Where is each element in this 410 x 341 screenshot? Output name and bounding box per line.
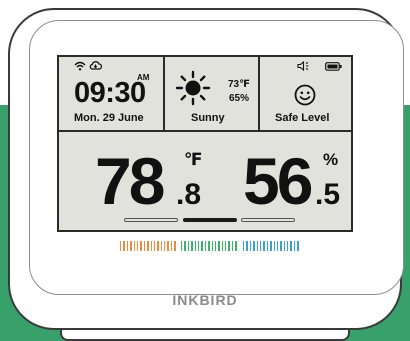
level-tick xyxy=(143,241,146,251)
level-tick xyxy=(287,241,289,251)
level-tick xyxy=(130,241,132,251)
level-tick xyxy=(201,241,203,251)
level-tick xyxy=(150,241,152,251)
clock-time: 09:30 xyxy=(74,77,146,109)
level-tick xyxy=(293,241,296,251)
level-tick xyxy=(136,241,139,251)
level-tick xyxy=(280,241,282,251)
level-tick xyxy=(197,241,200,251)
level-tick xyxy=(174,241,176,251)
level-tick xyxy=(164,241,166,251)
battery-icon xyxy=(325,62,342,71)
level-tick xyxy=(167,241,169,251)
level-tick xyxy=(211,241,213,251)
level-tick xyxy=(191,241,193,251)
device-stand xyxy=(60,330,350,341)
level-bar-blue xyxy=(243,241,299,251)
level-tick xyxy=(273,241,275,251)
level-tick xyxy=(256,241,258,251)
page-indicator xyxy=(241,218,295,222)
level-bar-orange xyxy=(120,241,176,251)
level-tick xyxy=(187,241,190,251)
level-tick xyxy=(120,241,122,251)
level-tick xyxy=(133,241,135,251)
humidity-value: 56 xyxy=(243,144,313,218)
outdoor-humidity: 65% xyxy=(229,93,250,104)
wifi-icon xyxy=(74,61,86,71)
level-tick xyxy=(181,241,183,251)
outdoor-temperature: 73℉ xyxy=(228,79,250,90)
level-tick xyxy=(246,241,248,251)
clock-date: Mon. 29 June xyxy=(74,112,144,124)
level-tick xyxy=(263,241,265,251)
cloud-icon xyxy=(89,61,102,70)
screen-divider xyxy=(58,130,352,132)
level-tick xyxy=(228,241,230,251)
humidity-unit: % xyxy=(323,150,339,169)
screen-divider xyxy=(258,57,260,130)
level-tick xyxy=(235,241,237,251)
level-bar-green xyxy=(181,241,237,251)
level-tick xyxy=(184,241,186,251)
level-tick xyxy=(266,241,269,251)
page-indicator xyxy=(124,218,178,222)
level-tick xyxy=(253,241,255,251)
sun-icon xyxy=(175,70,211,106)
level-tick xyxy=(221,241,224,251)
level-tick xyxy=(243,241,245,251)
level-tick xyxy=(194,241,196,251)
level-tick xyxy=(147,241,149,251)
page-indicator-active xyxy=(183,218,237,222)
level-tick xyxy=(157,241,159,251)
temperature-decimal: .8 xyxy=(176,178,202,211)
level-tick xyxy=(208,241,210,251)
level-tick xyxy=(218,241,220,251)
level-tick xyxy=(126,241,129,251)
level-tick xyxy=(214,241,217,251)
level-tick xyxy=(204,241,207,251)
brand-logo: INKBIRD xyxy=(172,292,238,308)
level-tick xyxy=(290,241,292,251)
level-tick xyxy=(276,241,279,251)
comfort-level: Safe Level xyxy=(275,112,330,124)
level-tick xyxy=(225,241,227,251)
level-tick xyxy=(270,241,272,251)
level-tick xyxy=(259,241,262,251)
level-tick xyxy=(249,241,252,251)
speaker-icon xyxy=(297,61,309,71)
level-tick xyxy=(153,241,156,251)
level-tick xyxy=(140,241,142,251)
smiley-icon xyxy=(294,84,316,106)
screen-divider xyxy=(163,57,165,130)
level-tick xyxy=(170,241,173,251)
level-tick xyxy=(297,241,299,251)
weather-condition: Sunny xyxy=(191,112,225,124)
level-tick xyxy=(283,241,286,251)
humidity-decimal: .5 xyxy=(315,178,341,211)
level-tick xyxy=(231,241,234,251)
level-tick xyxy=(123,241,125,251)
level-tick xyxy=(160,241,163,251)
temperature-unit: ℉ xyxy=(184,150,203,169)
temperature-value: 78 xyxy=(95,144,165,218)
